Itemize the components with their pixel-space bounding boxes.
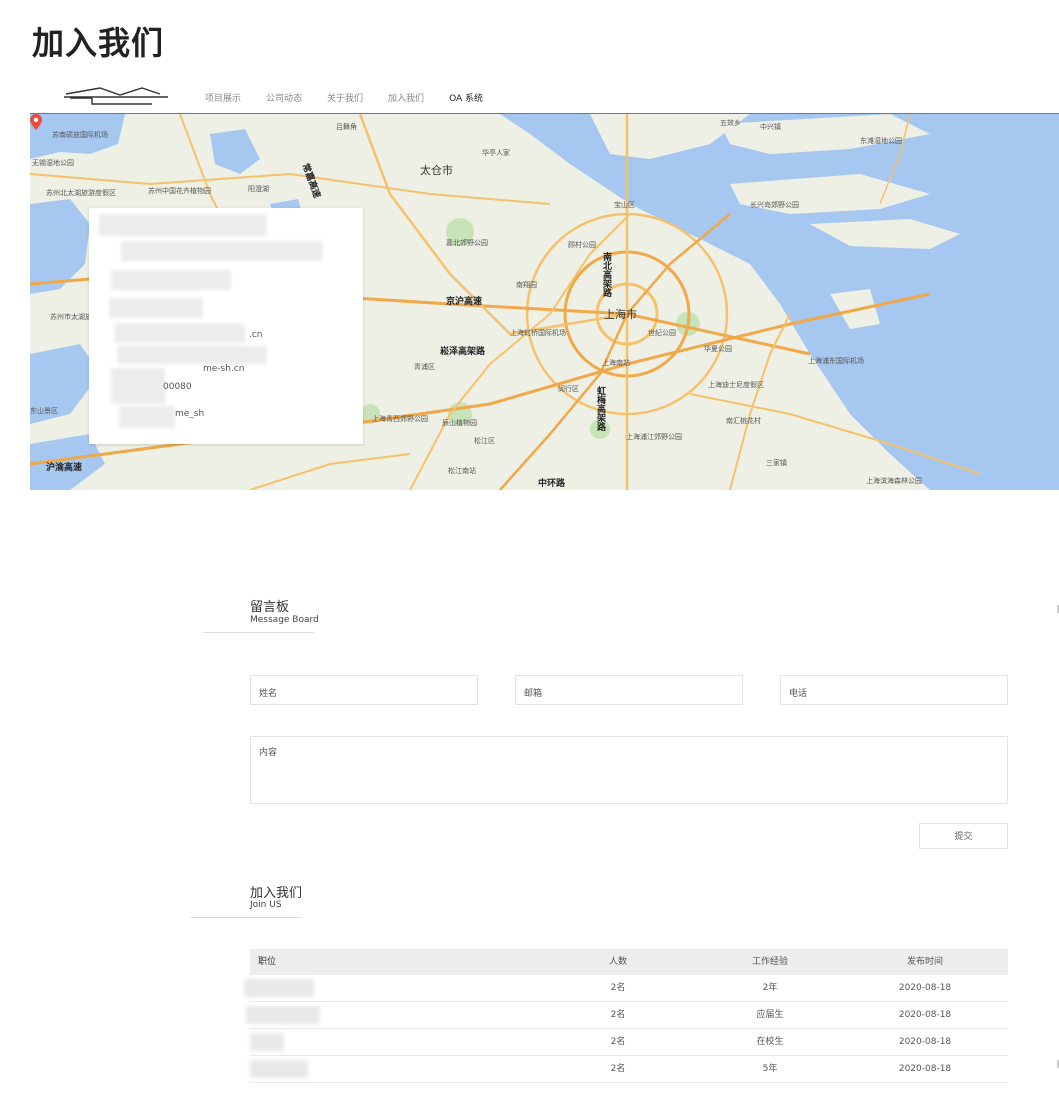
map-label: 中兴镇 [760,123,781,131]
map-label: 松江南站 [448,467,476,475]
contact-card: .cn me-sh.cn 00080 me_sh [89,208,363,444]
join-us-subtitle: Join US [250,900,282,910]
map-label: 松江区 [474,437,495,445]
job-date: 2020-08-18 [898,1064,952,1074]
map-marker-icon[interactable] [30,114,42,130]
phone-fragment: 00080 [163,382,192,392]
map-label: 上海浦东国际机场 [808,357,864,365]
job-count: 2名 [610,983,626,993]
job-experience: 应届生 [756,1010,784,1020]
redacted-position [250,1033,284,1051]
message-board-underline [203,632,315,633]
phone-field[interactable]: 电话 [780,675,1008,705]
map-label: 无锡湿地公园 [32,159,74,167]
map-label: 苏州北太湖旅游度假区 [46,189,116,197]
map-label: 南汇桃花村 [726,417,761,425]
column-header-date: 发布时间 [906,957,944,967]
map-label: 顾村公园 [568,241,596,249]
map-road-label: 沪渝高速 [46,463,83,473]
nav-item-news[interactable]: 公司动态 [266,91,302,104]
map-label: 嘉北郊野公园 [446,239,488,247]
map-label: 世纪公园 [648,329,676,337]
redacted-phone [111,368,165,404]
map-road-label: 崧泽高架路 [440,347,486,357]
email-field[interactable]: 邮箱 [515,675,743,705]
map-label: 吕舞角 [336,123,357,131]
table-row[interactable]: 2名 在校生 2020-08-18 [250,1029,1008,1056]
job-date: 2020-08-18 [898,983,952,993]
map-label: 五效乡 [720,119,741,127]
nav-item-about[interactable]: 关于我们 [327,91,363,104]
job-experience: 5年 [762,1064,778,1074]
job-count: 2名 [610,1010,626,1020]
redacted-position [250,1060,308,1078]
website-fragment: .cn [249,330,263,340]
name-field[interactable]: 姓名 [250,675,478,705]
map-label: 长兴岛郊野公园 [750,201,799,209]
content-field[interactable]: 内容 [250,736,1008,804]
map-road-label: 中环路 [538,479,566,489]
map-label: 阳澄湖 [248,185,269,193]
company-logo[interactable] [64,84,168,108]
map-label: 东滩湿地公园 [860,137,902,145]
redacted-company-name [99,214,267,236]
join-us-underline [190,917,302,918]
map-label: 闵行区 [558,385,579,393]
wechat-fragment: me_sh [175,409,205,419]
map-label: 华夏公园 [704,345,732,353]
map-road-label: 虹梅高架路 [595,386,605,431]
map-label: 华亭人家 [482,149,510,157]
column-header-position: 职位 [258,957,277,967]
column-header-count: 人数 [608,957,628,967]
map-city-label: 上海市 [604,308,637,321]
table-row[interactable]: 2名 应届生 2020-08-18 [246,1002,1008,1029]
map-label: 上海青西郊野公园 [372,415,428,423]
map-label: 上海虹桥国际机场 [510,329,566,337]
table-header: 职位 人数 工作经验 发布时间 [250,949,1008,975]
email-fragment: me-sh.cn [203,364,245,374]
redacted-position [246,1006,320,1024]
main-nav: 项目展示 公司动态 关于我们 加入我们 OA 系统 [205,91,508,104]
table-row[interactable]: 2名 2年 2020-08-18 [244,975,1008,1002]
job-experience: 在校生 [756,1037,784,1047]
message-board-title: 留言板 [250,600,290,615]
map-label: 三家镇 [766,459,787,467]
column-header-experience: 工作经验 [751,957,789,967]
map-label: 东山景区 [30,407,58,415]
map-label: 苏南硕放国际机场 [52,131,108,139]
redacted-website [115,323,245,343]
job-experience: 2年 [762,983,778,993]
nav-item-oa[interactable]: OA 系统 [449,91,483,104]
redacted-wechat [119,406,175,428]
join-us-title: 加入我们 [250,886,303,901]
map-label: 上海迪士尼度假区 [708,381,764,389]
nav-item-join[interactable]: 加入我们 [388,91,424,104]
nav-item-projects[interactable]: 项目展示 [205,91,241,104]
jobs-table: 职位 人数 工作经验 发布时间 2名 2年 2020-08-18 2名 应届生 … [244,949,1008,1083]
job-date: 2020-08-18 [898,1037,952,1047]
map-label: 宝山区 [614,201,635,209]
map-label: 上海南站 [602,359,630,367]
map-label: 上海浦江郊野公园 [626,433,682,441]
page-title: 加入我们 [32,24,165,62]
redacted-line [111,270,231,290]
table-row[interactable]: 2名 5年 2020-08-18 [250,1056,1008,1083]
map-label: 太仓市 [420,164,453,177]
map-label: 苏州中国花卉植物园 [148,187,211,195]
job-date: 2020-08-18 [898,1010,952,1020]
redacted-line [109,298,203,318]
map-label: 辰山植物园 [442,419,477,427]
redacted-address [121,241,323,261]
job-count: 2名 [610,1064,626,1074]
map-label: 南翔园 [516,281,537,289]
message-board-subtitle: Message Board [250,615,319,625]
map-label: 上海滨海森林公园 [866,477,922,485]
map-road-label: 南北高架路 [601,252,611,297]
map-road-label: 京沪高速 [446,297,483,307]
redacted-position [244,979,314,997]
job-count: 2名 [610,1037,626,1047]
submit-button[interactable]: 提交 [919,823,1008,849]
redacted-email [117,346,267,364]
map-label: 青浦区 [414,363,435,371]
